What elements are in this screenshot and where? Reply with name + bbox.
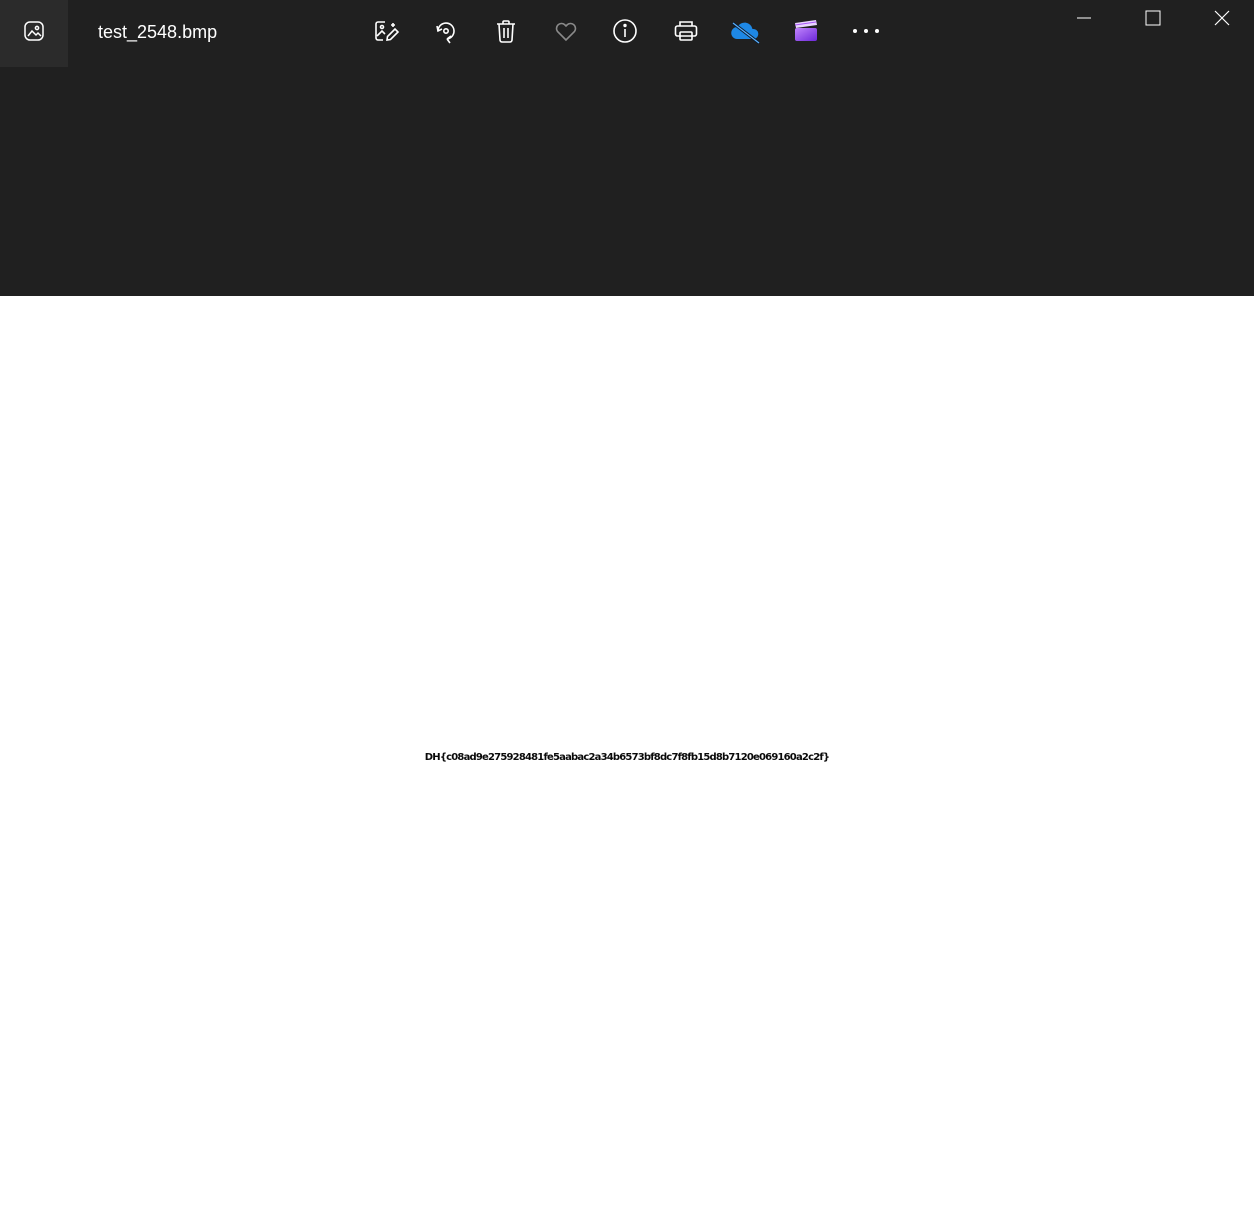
video-editor-button[interactable]	[786, 11, 826, 51]
printer-icon	[672, 17, 700, 45]
onedrive-button[interactable]	[726, 11, 766, 51]
app-icon-button[interactable]	[0, 0, 68, 67]
maximize-icon	[1145, 10, 1161, 31]
more-dots-icon	[851, 26, 881, 36]
viewer-background	[0, 67, 1254, 296]
info-icon	[611, 17, 639, 45]
close-icon	[1214, 10, 1230, 31]
favorite-button[interactable]	[546, 11, 586, 51]
heart-icon	[552, 17, 580, 45]
rotate-button[interactable]	[426, 11, 466, 51]
image-text: DH{c08ad9e275928481fe5aabac2a34b6573bf8d…	[424, 752, 830, 763]
trash-icon	[493, 18, 519, 44]
info-button[interactable]	[605, 11, 645, 51]
delete-button[interactable]	[486, 11, 526, 51]
print-button[interactable]	[666, 11, 706, 51]
rotate-icon	[432, 17, 460, 45]
minimize-icon	[1076, 10, 1092, 31]
onedrive-cloud-off-icon	[729, 17, 763, 45]
more-options-button[interactable]	[846, 11, 886, 51]
file-name: test_2548.bmp	[98, 22, 218, 42]
close-button[interactable]	[1188, 0, 1254, 40]
clapperboard-icon	[792, 17, 820, 45]
maximize-button[interactable]	[1119, 0, 1187, 40]
edit-image-icon	[372, 17, 400, 45]
title-bar: test_2548.bmp	[0, 0, 1254, 67]
photos-app-window: test_2548.bmp DH{c08ad9e275928481fe5aaba…	[0, 0, 1254, 1214]
minimize-button[interactable]	[1050, 0, 1118, 40]
photos-app-icon	[22, 19, 46, 48]
edit-image-button[interactable]	[366, 11, 406, 51]
